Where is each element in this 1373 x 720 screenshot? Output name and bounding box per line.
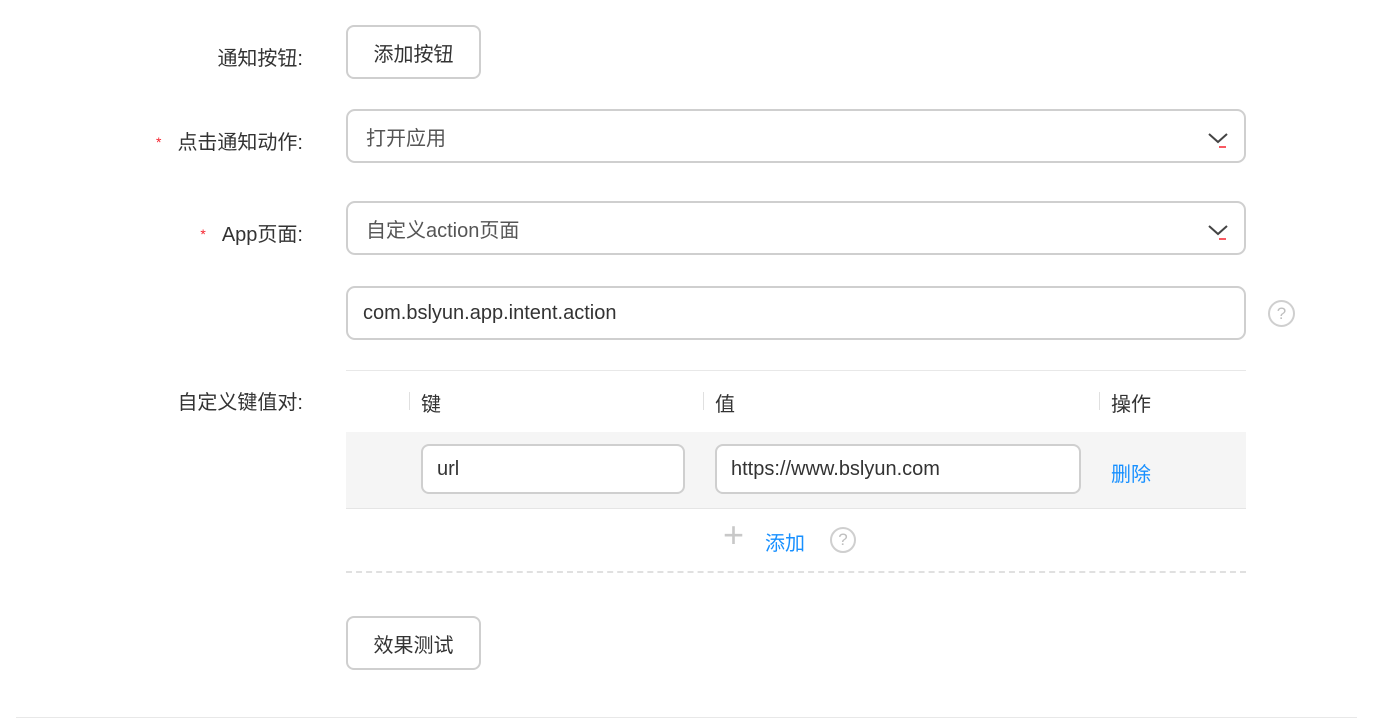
add-button-button[interactable]: 添加按钮 xyxy=(346,25,481,79)
help-icon[interactable]: ? xyxy=(1268,300,1295,327)
required-mark: * xyxy=(200,226,206,242)
chevron-down-icon xyxy=(1208,225,1228,240)
app-page-label-wrap: * App页面: xyxy=(200,218,303,247)
divider xyxy=(16,717,1357,718)
add-row: + 添加 ? xyxy=(346,509,1246,573)
add-link[interactable]: 添加 xyxy=(765,527,805,556)
chevron-down-icon xyxy=(1208,133,1228,148)
custom-kv-table: 键 值 操作 url https://www.bslyun.com 删除 + 添… xyxy=(346,370,1246,573)
key-input[interactable]: url xyxy=(421,444,685,494)
intent-action-input[interactable]: com.bslyun.app.intent.action xyxy=(346,286,1246,340)
click-action-label-wrap: * 点击通知动作: xyxy=(156,126,303,155)
app-page-label: App页面: xyxy=(221,224,303,246)
app-page-select[interactable]: 自定义action页面 xyxy=(346,201,1246,255)
notify-button-label: 通知按钮: xyxy=(217,48,303,70)
value-input[interactable]: https://www.bslyun.com xyxy=(715,444,1081,494)
column-header-operation: 操作 xyxy=(1099,388,1151,417)
column-header-value: 值 xyxy=(703,388,735,417)
click-action-label: 点击通知动作: xyxy=(177,132,303,154)
help-icon[interactable]: ? xyxy=(830,527,856,553)
column-header-key: 键 xyxy=(409,388,441,417)
delete-link[interactable]: 删除 xyxy=(1111,458,1151,487)
intent-action-value: com.bslyun.app.intent.action xyxy=(363,301,617,324)
table-row: url https://www.bslyun.com 删除 xyxy=(346,432,1246,509)
click-action-value: 打开应用 xyxy=(366,127,446,150)
table-header: 键 值 操作 xyxy=(346,370,1246,432)
plus-icon[interactable]: + xyxy=(723,517,744,553)
app-page-value: 自定义action页面 xyxy=(366,219,520,242)
click-action-select[interactable]: 打开应用 xyxy=(346,109,1246,163)
custom-kv-label: 自定义键值对: xyxy=(177,392,303,414)
required-mark: * xyxy=(155,134,162,150)
test-effect-button[interactable]: 效果测试 xyxy=(346,616,481,670)
